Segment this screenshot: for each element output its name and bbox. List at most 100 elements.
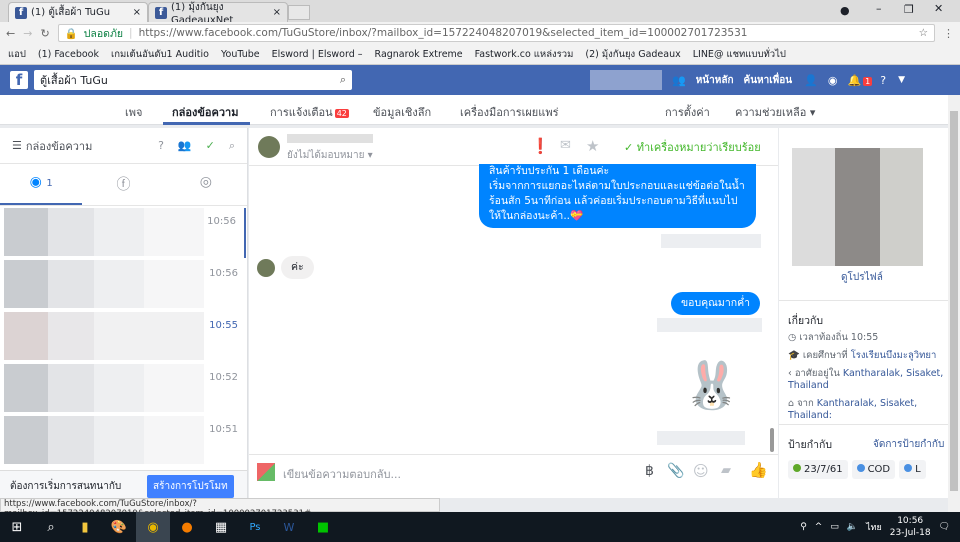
- restore-button[interactable]: ❐: [904, 3, 914, 16]
- conversation-item[interactable]: 10:55: [0, 312, 246, 362]
- chat-scrollbar[interactable]: [770, 428, 774, 452]
- assign-dropdown[interactable]: ยังไม่ได้มอบหมาย ▾: [287, 148, 373, 163]
- bookmark[interactable]: LINE@ แชทแบบทั่วไป: [693, 47, 786, 62]
- tag-chip[interactable]: 23/7/61: [788, 460, 848, 479]
- conversation-item[interactable]: 10:51: [0, 416, 246, 466]
- calculator-icon[interactable]: ▦: [204, 512, 238, 542]
- bookmark[interactable]: (1) Facebook: [38, 49, 99, 60]
- file-explorer-icon[interactable]: ▮: [68, 512, 102, 542]
- reload-icon[interactable]: ↻: [40, 27, 49, 40]
- view-profile-link[interactable]: ดูโปรไฟล์: [841, 270, 883, 285]
- conversation-item[interactable]: 10:56: [0, 208, 246, 258]
- nav-help[interactable]: ความช่วยเหลือ ▾: [735, 103, 815, 121]
- nav-settings[interactable]: การตั้งค่า: [665, 103, 710, 121]
- tag-chip[interactable]: L: [899, 460, 926, 479]
- word-icon[interactable]: W: [272, 512, 306, 542]
- bookmark[interactable]: Fastwork.co แหล่งรวม: [475, 47, 574, 62]
- close-tab-icon[interactable]: ×: [273, 7, 281, 18]
- tray-chevron-icon[interactable]: ^: [815, 522, 823, 532]
- bookmark[interactable]: YouTube: [221, 49, 260, 60]
- close-tab-icon[interactable]: ×: [133, 7, 141, 18]
- tab-instagram[interactable]: ◎: [165, 164, 247, 205]
- bookmark[interactable]: เกมเต้นอันดับ1 Auditio: [111, 47, 209, 62]
- find-friends-link[interactable]: ค้นหาเพื่อน: [744, 73, 793, 88]
- network-icon[interactable]: ▭: [830, 522, 839, 532]
- notifications-center-icon[interactable]: 🗨: [939, 522, 950, 532]
- firefox-icon[interactable]: ●: [170, 512, 204, 542]
- manage-tags-link[interactable]: จัดการป้ายกำกับ: [873, 437, 944, 452]
- done-filter-icon[interactable]: ✓: [206, 139, 215, 152]
- page-scrollbar[interactable]: [948, 95, 960, 512]
- nav-page[interactable]: เพจ: [125, 103, 142, 121]
- messenger-icon[interactable]: ◉: [828, 74, 838, 87]
- bookmark[interactable]: แอป: [8, 47, 26, 62]
- notifications-icon[interactable]: 🔔 1: [847, 74, 873, 87]
- bookmark[interactable]: Elsword | Elsword –: [272, 49, 363, 60]
- back-icon[interactable]: ←: [6, 27, 15, 40]
- volume-icon[interactable]: 🔈: [847, 522, 858, 532]
- unread-icon[interactable]: ✉: [560, 138, 571, 153]
- profile-photo-blurred[interactable]: [792, 148, 923, 266]
- search-icon[interactable]: ⌕: [229, 139, 235, 153]
- people-icon[interactable]: ⚲: [800, 522, 807, 532]
- menu-icon[interactable]: ⋮: [943, 27, 954, 40]
- tab-gadeauxnet[interactable]: f (1) มุ้งกันยุง GadeauxNet ×: [148, 2, 288, 26]
- school-link[interactable]: โรงเรียนบึงมะลูวิทยา: [851, 350, 937, 361]
- conversation-item[interactable]: 10:56: [0, 260, 246, 310]
- mark-done-button[interactable]: ✓ ทำเครื่องหมายว่าเรียบร้อย: [624, 138, 761, 156]
- star-icon[interactable]: ★: [586, 137, 599, 155]
- bookmark[interactable]: (2) มุ้งกันยุง Gadeaux: [585, 47, 680, 62]
- hamburger-icon[interactable]: ☰: [12, 139, 22, 152]
- help-icon[interactable]: ?: [880, 74, 886, 87]
- start-icon[interactable]: ⊞: [0, 512, 34, 542]
- tag-chip[interactable]: COD: [851, 460, 896, 479]
- tab-facebook[interactable]: ⓕ: [82, 164, 164, 205]
- sticker-icon[interactable]: ▰: [721, 463, 731, 478]
- tab-messenger[interactable]: ◉ 1: [0, 164, 83, 205]
- attachment-icon[interactable]: 📎: [667, 463, 684, 479]
- emoji-icon[interactable]: ☺: [693, 462, 709, 480]
- nav-inbox[interactable]: กล่องข้อความ: [172, 103, 238, 121]
- url-input[interactable]: 🔒 ปลอดภัย | https://www.facebook.com/TuGuSt…: [57, 24, 935, 42]
- profile-icon[interactable]: ●: [840, 4, 850, 17]
- create-promotion-button[interactable]: สร้างการโปรโมท: [147, 475, 234, 498]
- help-icon[interactable]: ?: [158, 139, 164, 152]
- message-timestamp-blurred: [661, 234, 761, 248]
- profile-avatar-blurred[interactable]: [590, 70, 662, 90]
- tag-label: L: [915, 464, 921, 475]
- nav-insights[interactable]: ข้อมูลเชิงลึก: [373, 103, 431, 121]
- search-icon[interactable]: ⌕: [340, 73, 346, 87]
- spam-icon[interactable]: ❗: [531, 137, 550, 155]
- facebook-logo[interactable]: f: [10, 71, 28, 89]
- nav-notifications[interactable]: การแจ้งเตือน 42: [270, 103, 349, 121]
- account-menu-icon[interactable]: ▼: [898, 75, 905, 85]
- friends-icon[interactable]: 👤: [804, 74, 818, 87]
- friend-requests-icon[interactable]: 👥: [672, 74, 686, 87]
- home-link[interactable]: หน้าหลัก: [696, 73, 734, 88]
- clock[interactable]: 10:56 23-Jul-18: [890, 515, 931, 539]
- page-nav: เพจ กล่องข้อความ การแจ้งเตือน 42 ข้อมูลเช…: [0, 95, 948, 125]
- reply-input[interactable]: เขียนข้อความตอบกลับ...: [283, 465, 401, 483]
- search-icon[interactable]: ⌕: [34, 512, 68, 542]
- photoshop-icon[interactable]: Ps: [238, 512, 272, 542]
- paint-icon[interactable]: 🎨: [102, 512, 136, 542]
- like-icon[interactable]: 👍: [749, 461, 768, 479]
- customer-name-blurred[interactable]: [287, 134, 373, 143]
- search-input[interactable]: ตู้เสื้อผ้า TuGu ⌕: [34, 70, 352, 90]
- input-language[interactable]: ไทย: [866, 520, 882, 534]
- home-icon: ⌂: [788, 398, 798, 409]
- nav-publishing-tools[interactable]: เครื่องมือการเผยแพร่: [460, 103, 559, 121]
- payment-icon[interactable]: ฿: [645, 463, 654, 479]
- new-tab-button[interactable]: [288, 5, 310, 20]
- people-icon[interactable]: 👥: [178, 139, 192, 152]
- chrome-icon[interactable]: ◉: [136, 512, 170, 542]
- line-icon[interactable]: ■: [306, 512, 340, 542]
- conversation-item[interactable]: 10:52: [0, 364, 246, 414]
- close-window-button[interactable]: ✕: [934, 2, 943, 15]
- minimize-button[interactable]: –: [876, 2, 882, 15]
- bookmark[interactable]: Ragnarok Extreme: [375, 49, 463, 60]
- customer-avatar[interactable]: [258, 136, 280, 158]
- star-icon[interactable]: ☆: [919, 27, 928, 39]
- forward-icon[interactable]: →: [23, 27, 32, 40]
- tab-tugu[interactable]: f (1) ตู้เสื้อผ้า TuGu ×: [8, 2, 148, 22]
